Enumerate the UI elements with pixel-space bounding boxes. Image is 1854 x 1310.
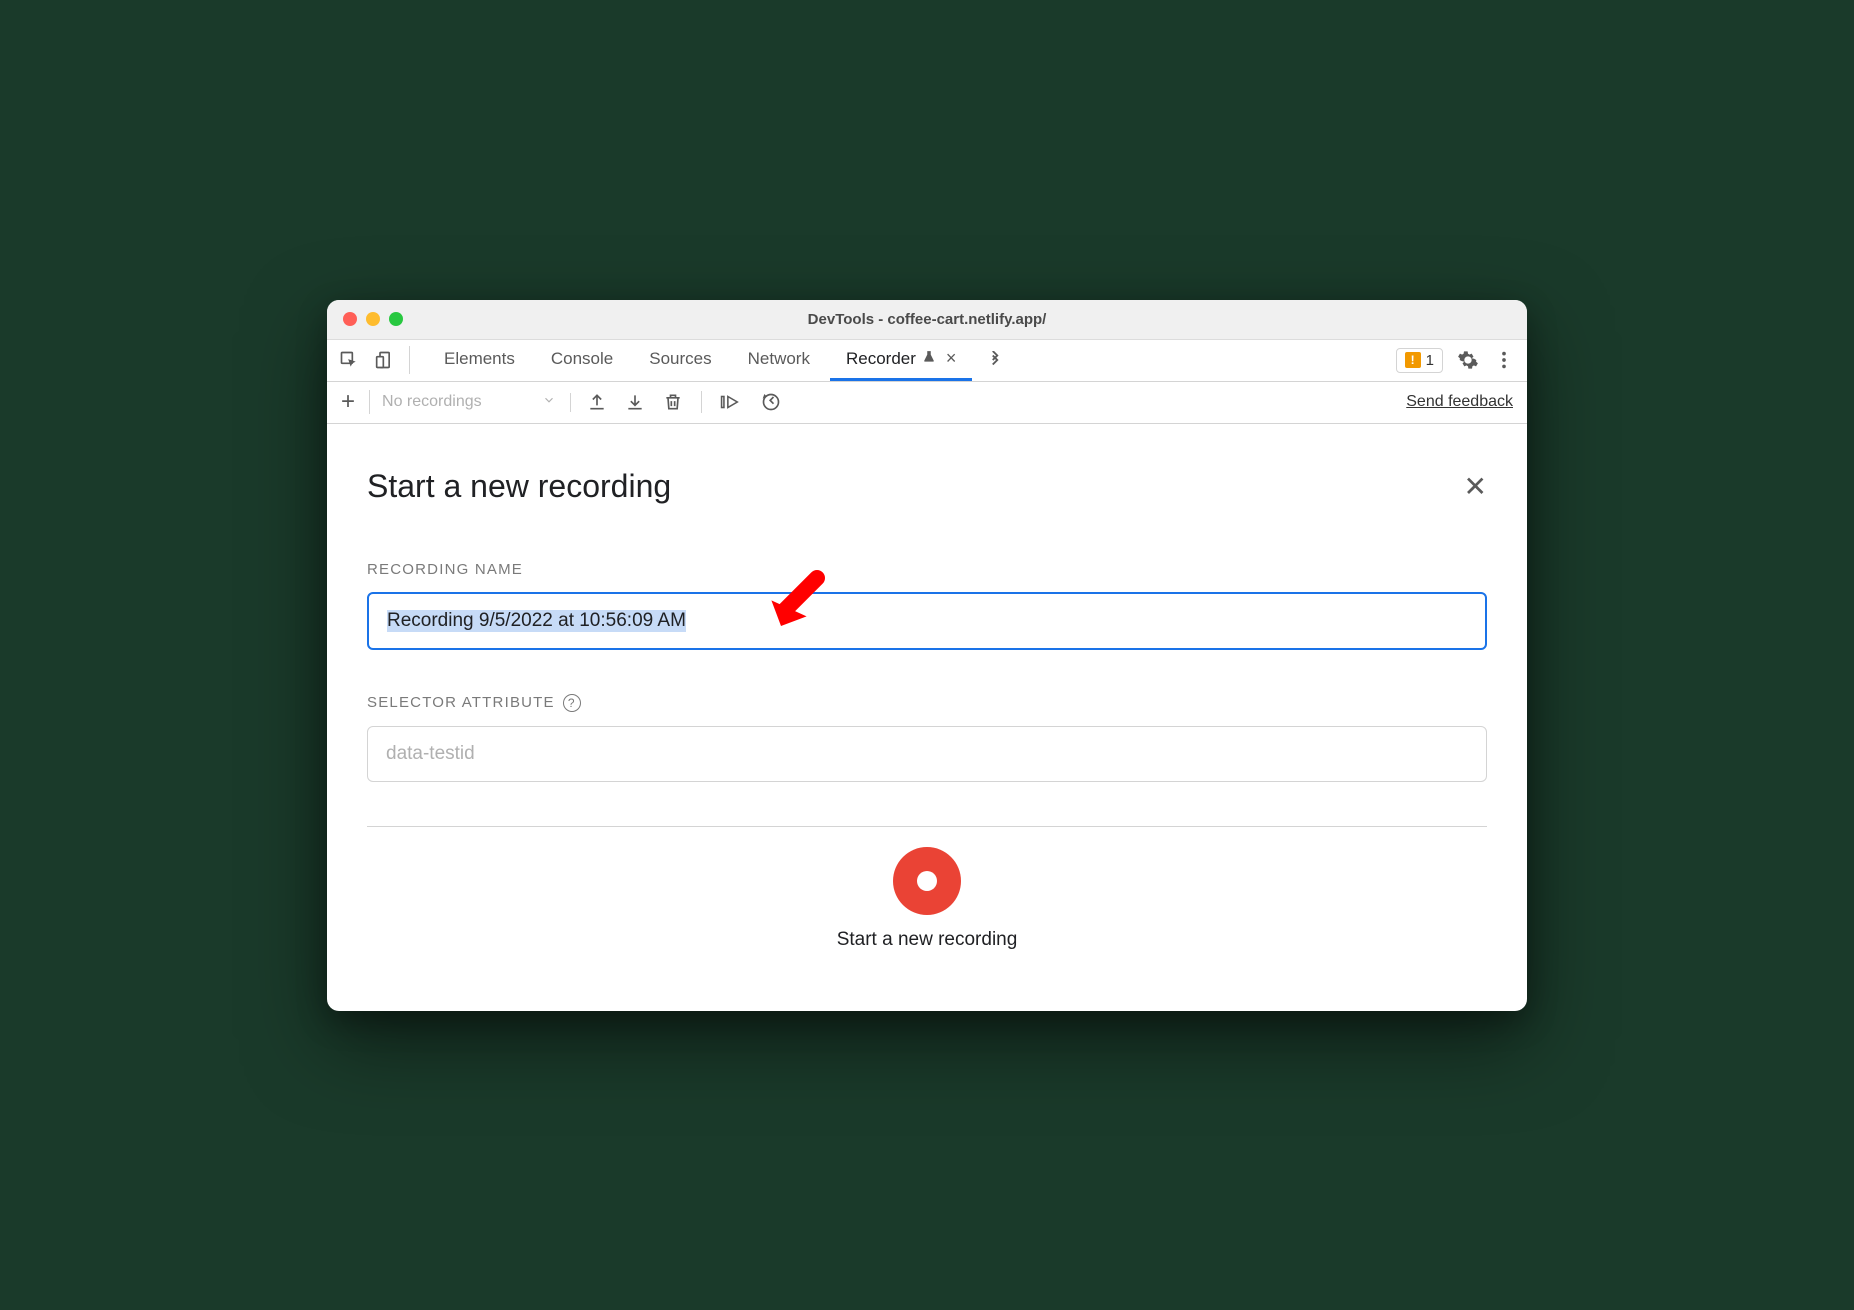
import-icon[interactable]	[625, 392, 645, 412]
close-panel-icon[interactable]: ✕	[1464, 470, 1487, 503]
recording-name-label: RECORDING NAME	[367, 561, 1487, 578]
minimize-window-button[interactable]	[366, 312, 380, 326]
traffic-lights	[343, 312, 403, 326]
selector-attribute-label: SELECTOR ATTRIBUTE ?	[367, 694, 1487, 712]
toolbar-divider	[701, 391, 702, 413]
tab-console[interactable]: Console	[535, 339, 629, 381]
selector-attribute-input[interactable]	[367, 726, 1487, 782]
more-options-icon[interactable]	[1493, 349, 1515, 371]
replay-icon[interactable]	[760, 392, 782, 412]
device-toolbar-icon[interactable]	[375, 350, 395, 370]
more-tabs-icon[interactable]	[986, 351, 1004, 369]
titlebar: DevTools - coffee-cart.netlify.app/	[327, 300, 1527, 340]
send-feedback-link[interactable]: Send feedback	[1406, 393, 1513, 410]
recorder-panel: Start a new recording ✕ RECORDING NAME S…	[327, 424, 1527, 1011]
inspect-element-icon[interactable]	[339, 350, 359, 370]
window-title: DevTools - coffee-cart.netlify.app/	[808, 311, 1047, 328]
tabs-bar: Elements Console Sources Network Recorde…	[327, 340, 1527, 382]
tab-recorder-label: Recorder	[846, 349, 916, 369]
issues-count: 1	[1426, 352, 1434, 369]
settings-icon[interactable]	[1457, 349, 1479, 371]
tab-close-icon[interactable]: ×	[946, 348, 957, 369]
warning-icon: !	[1405, 352, 1421, 368]
tab-sources[interactable]: Sources	[633, 339, 727, 381]
new-recording-button[interactable]: +	[341, 390, 370, 414]
tab-network[interactable]: Network	[732, 339, 826, 381]
step-icon[interactable]	[720, 392, 742, 412]
flask-icon	[922, 349, 936, 369]
close-window-button[interactable]	[343, 312, 357, 326]
delete-icon[interactable]	[663, 392, 683, 412]
recorder-toolbar: + No recordings	[327, 382, 1527, 424]
export-icon[interactable]	[587, 392, 607, 412]
start-recording-label: Start a new recording	[837, 929, 1018, 951]
page-heading: Start a new recording	[367, 468, 671, 505]
selector-attribute-label-text: SELECTOR ATTRIBUTE	[367, 694, 555, 711]
record-icon	[917, 871, 937, 891]
panel-tabs: Elements Console Sources Network Recorde…	[428, 339, 1004, 381]
devtools-window: DevTools - coffee-cart.netlify.app/ Elem…	[327, 300, 1527, 1011]
start-recording-button[interactable]	[893, 847, 961, 915]
panel-footer: Start a new recording	[367, 826, 1487, 981]
chevron-down-icon	[542, 393, 556, 412]
issues-badge[interactable]: ! 1	[1396, 348, 1443, 373]
recordings-dropdown-label: No recordings	[382, 393, 482, 411]
recordings-dropdown[interactable]: No recordings	[382, 393, 571, 412]
tab-elements[interactable]: Elements	[428, 339, 531, 381]
recording-name-input[interactable]	[367, 592, 1487, 650]
help-icon[interactable]: ?	[563, 694, 581, 712]
tab-recorder[interactable]: Recorder ×	[830, 339, 972, 381]
maximize-window-button[interactable]	[389, 312, 403, 326]
